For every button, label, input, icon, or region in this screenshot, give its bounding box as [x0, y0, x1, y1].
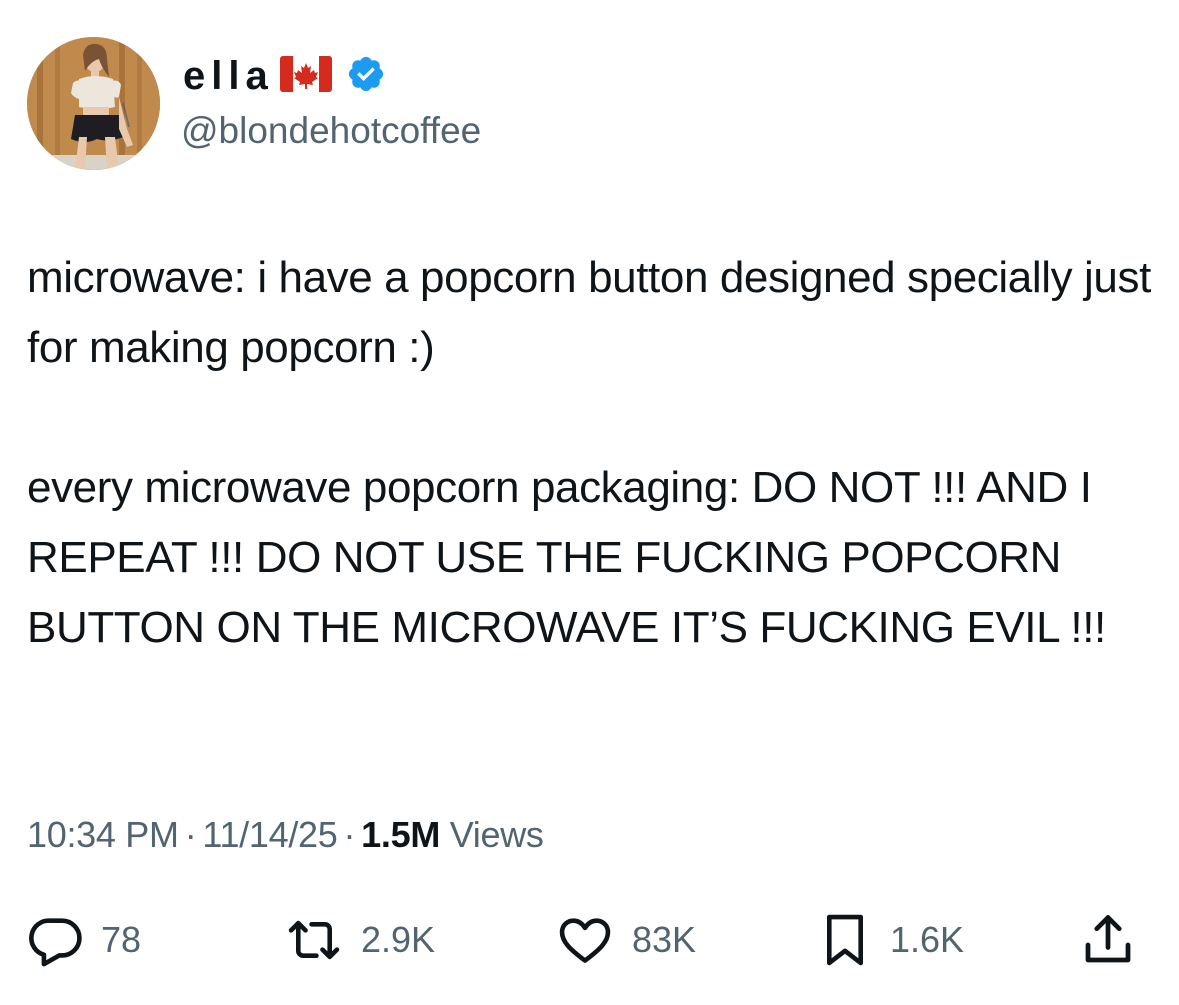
avatar-photo: [27, 37, 160, 170]
canada-flag-icon: [279, 55, 332, 97]
avatar[interactable]: [27, 37, 160, 170]
bookmark-button[interactable]: 1.6K: [816, 905, 964, 975]
author-handle[interactable]: @blondehotcoffee: [181, 108, 481, 154]
views-label: Views: [449, 814, 544, 855]
bookmark-count: 1.6K: [890, 919, 965, 960]
tweet-time[interactable]: 10:34 PM: [27, 814, 179, 855]
like-button[interactable]: 83K: [554, 905, 696, 975]
reply-icon: [29, 918, 82, 967]
tweet-actions: 78 2.9K 83K 1.6K: [0, 905, 1179, 975]
meta-separator: ·: [184, 814, 197, 855]
reply-count: 78: [101, 919, 142, 960]
repost-count: 2.9K: [361, 919, 436, 960]
repost-icon: [288, 920, 340, 960]
meta-separator: ·: [343, 814, 356, 855]
share-button[interactable]: [1078, 905, 1138, 975]
like-count: 83K: [632, 919, 697, 960]
tweet-text: microwave: i have a popcorn button desig…: [27, 243, 1157, 663]
bookmark-icon: [826, 914, 864, 966]
heart-icon: [559, 918, 611, 963]
share-icon: [1085, 915, 1131, 963]
tweet-paragraph: microwave: i have a popcorn button desig…: [27, 253, 1151, 372]
tweet-meta: 10:34 PM · 11/14/25 · 1.5M Views: [27, 812, 544, 858]
reply-button[interactable]: 78: [27, 905, 141, 975]
display-name[interactable]: ella: [183, 54, 274, 98]
repost-button[interactable]: 2.9K: [283, 905, 435, 975]
tweet-paragraph: every microwave popcorn packaging: DO NO…: [27, 463, 1106, 652]
tweet-date[interactable]: 11/14/25: [202, 814, 337, 855]
views-count: 1.5M: [361, 814, 441, 855]
author-name-row: ella: [183, 54, 386, 98]
verified-badge-icon[interactable]: [346, 54, 386, 99]
